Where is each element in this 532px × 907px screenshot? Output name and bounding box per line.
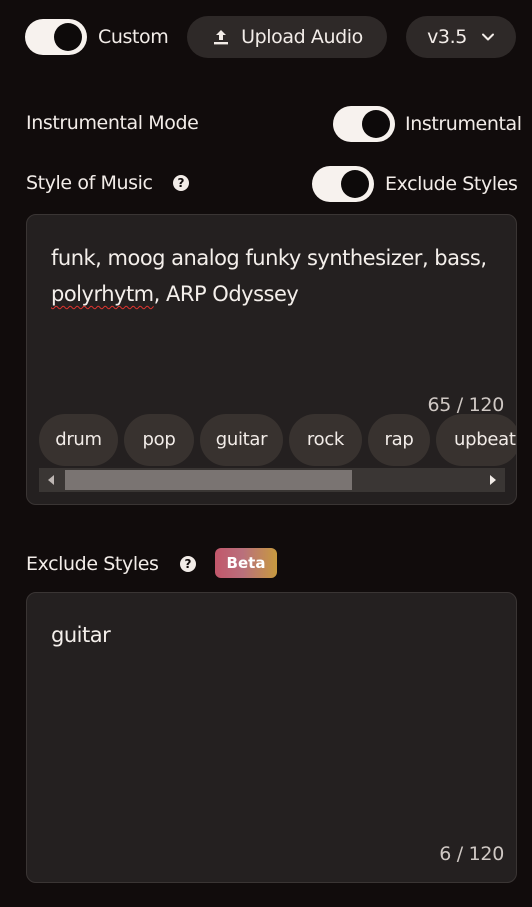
exclude-styles-toggle-label: Exclude Styles [385, 173, 518, 195]
style-of-music-heading: Style of Music [26, 172, 153, 194]
beta-badge: Beta [215, 548, 277, 578]
version-label: v3.5 [427, 26, 467, 48]
scroll-right-icon[interactable] [481, 468, 505, 492]
misspelled-word: polyrhytm [51, 282, 154, 306]
chevron-down-icon [481, 32, 495, 42]
style-tag[interactable]: guitar [200, 414, 283, 466]
exclude-styles-toggle-knob [341, 170, 369, 198]
style-tag[interactable]: pop [124, 414, 194, 466]
instrumental-toggle[interactable] [333, 106, 395, 142]
exclude-styles-toggle[interactable] [312, 166, 374, 202]
question-circle-icon[interactable]: ? [173, 175, 189, 191]
style-tag[interactable]: drum [39, 414, 118, 466]
custom-toggle-knob [54, 23, 82, 51]
version-select[interactable]: v3.5 [406, 16, 516, 58]
style-text: funk, moog analog funky synthesizer, bas… [51, 240, 492, 312]
style-text-part1: funk, moog analog funky synthesizer, bas… [51, 246, 487, 270]
style-tag[interactable]: upbeat [436, 414, 516, 466]
style-tag[interactable]: rock [289, 414, 362, 466]
instrumental-toggle-label: Instrumental [405, 113, 522, 135]
exclude-styles-heading: Exclude Styles [26, 553, 159, 575]
upload-audio-label: Upload Audio [241, 26, 363, 48]
style-of-music-textarea[interactable]: funk, moog analog funky synthesizer, bas… [26, 214, 517, 505]
exclude-styles-textarea[interactable]: guitar 6 / 120 [26, 592, 517, 883]
instrumental-toggle-knob [362, 110, 390, 138]
style-tag[interactable]: rap [368, 414, 430, 466]
custom-toggle[interactable] [25, 19, 87, 55]
style-tag-list: drum pop guitar rock rap upbeat [39, 414, 516, 466]
question-circle-icon[interactable]: ? [180, 556, 196, 572]
custom-label: Custom [98, 26, 169, 48]
tag-scrollbar[interactable] [39, 468, 505, 492]
style-char-counter: 65 / 120 [427, 394, 504, 416]
instrumental-mode-heading: Instrumental Mode [26, 112, 199, 134]
scrollbar-thumb[interactable] [65, 470, 352, 490]
exclude-text: guitar [51, 623, 111, 647]
scroll-left-icon[interactable] [39, 468, 63, 492]
exclude-char-counter: 6 / 120 [439, 843, 504, 865]
style-text-part2: , ARP Odyssey [153, 282, 299, 306]
upload-icon [211, 27, 231, 47]
upload-audio-button[interactable]: Upload Audio [187, 16, 387, 58]
create-panel: Custom Upload Audio v3.5 Instrumental Mo… [0, 0, 532, 907]
